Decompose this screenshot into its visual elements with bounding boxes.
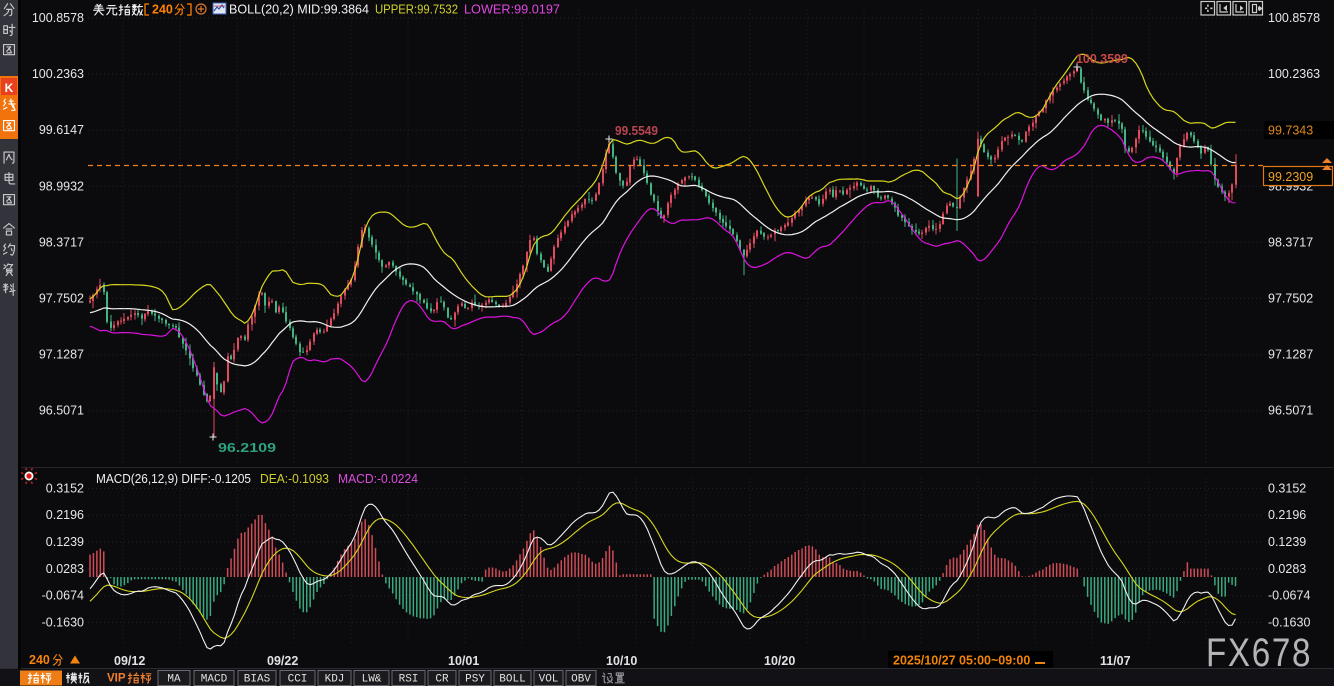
svg-text:0.1239: 0.1239: [1268, 535, 1306, 549]
svg-text:100.3599: 100.3599: [1076, 52, 1128, 66]
svg-text:09/12: 09/12: [114, 654, 145, 668]
svg-text:96.5071: 96.5071: [1268, 404, 1313, 418]
svg-text:DEA:-0.1093: DEA:-0.1093: [260, 472, 329, 486]
svg-text:0.3152: 0.3152: [46, 481, 84, 495]
svg-text:240: 240: [29, 653, 50, 667]
svg-text:100.8578: 100.8578: [32, 11, 84, 25]
svg-text:96.5071: 96.5071: [39, 404, 84, 418]
svg-text:0.0283: 0.0283: [46, 562, 84, 576]
svg-text:11/07: 11/07: [1100, 654, 1131, 668]
svg-text:99.2309: 99.2309: [1268, 170, 1313, 184]
svg-text:96.2109: 96.2109: [218, 441, 276, 455]
svg-text:98.3717: 98.3717: [39, 235, 84, 249]
svg-text:2025/10/27 05:00~09:00: 2025/10/27 05:00~09:00: [893, 654, 1030, 668]
svg-text:10/10: 10/10: [606, 654, 637, 668]
svg-text:99.6147: 99.6147: [39, 123, 84, 137]
svg-text:0.2196: 0.2196: [46, 508, 84, 522]
svg-text:97.7502: 97.7502: [39, 292, 84, 306]
svg-text:BOLL: BOLL: [499, 674, 525, 686]
svg-text:97.7502: 97.7502: [1268, 292, 1313, 306]
svg-text:0.1239: 0.1239: [46, 535, 84, 549]
svg-text:VIP: VIP: [107, 673, 126, 685]
svg-text:BOLL(20,2) MID:99.3864: BOLL(20,2) MID:99.3864: [229, 3, 369, 17]
svg-text:98.9932: 98.9932: [39, 179, 84, 193]
svg-text:UPPER:99.7532: UPPER:99.7532: [375, 3, 458, 17]
svg-text:100.2363: 100.2363: [32, 67, 84, 81]
svg-text:0.3152: 0.3152: [1268, 481, 1306, 495]
svg-text:99.5549: 99.5549: [615, 124, 658, 138]
svg-text:10/01: 10/01: [448, 654, 479, 668]
svg-text:MACD: MACD: [201, 674, 228, 686]
svg-text:100.8578: 100.8578: [1268, 11, 1320, 25]
svg-text:VOL: VOL: [539, 674, 559, 686]
svg-text:09/22: 09/22: [267, 654, 298, 668]
svg-text:FX678: FX678: [1206, 630, 1312, 675]
svg-text:10/20: 10/20: [764, 654, 795, 668]
svg-text:PSY: PSY: [465, 674, 485, 686]
svg-text:RSI: RSI: [399, 674, 419, 686]
svg-text:-0.0674: -0.0674: [1268, 589, 1310, 603]
svg-text:K: K: [5, 81, 14, 95]
svg-text:0.2196: 0.2196: [1268, 508, 1306, 522]
svg-text:CR: CR: [435, 674, 449, 686]
svg-text:MA: MA: [167, 674, 181, 686]
svg-text:-0.1630: -0.1630: [42, 615, 84, 629]
svg-text:LOWER:99.0197: LOWER:99.0197: [464, 3, 560, 17]
svg-text:MACD(26,12,9) DIFF:-0.1205: MACD(26,12,9) DIFF:-0.1205: [96, 472, 251, 486]
svg-text:KDJ: KDJ: [325, 674, 345, 686]
svg-text:98.3717: 98.3717: [1268, 235, 1313, 249]
svg-text:99.7343: 99.7343: [1268, 124, 1313, 138]
svg-text:LW&: LW&: [362, 674, 382, 686]
svg-text:0.0283: 0.0283: [1268, 562, 1306, 576]
svg-text:OBV: OBV: [571, 674, 591, 686]
svg-text:BIAS: BIAS: [244, 674, 271, 686]
svg-text:-0.1630: -0.1630: [1268, 615, 1310, 629]
svg-text:97.1287: 97.1287: [1268, 348, 1313, 362]
svg-text:97.1287: 97.1287: [39, 348, 84, 362]
svg-text:240: 240: [152, 3, 173, 17]
svg-text:-0.0674: -0.0674: [42, 589, 84, 603]
svg-text:CCI: CCI: [288, 674, 308, 686]
svg-text:100.2363: 100.2363: [1268, 67, 1320, 81]
svg-text:MACD:-0.0224: MACD:-0.0224: [338, 472, 418, 486]
